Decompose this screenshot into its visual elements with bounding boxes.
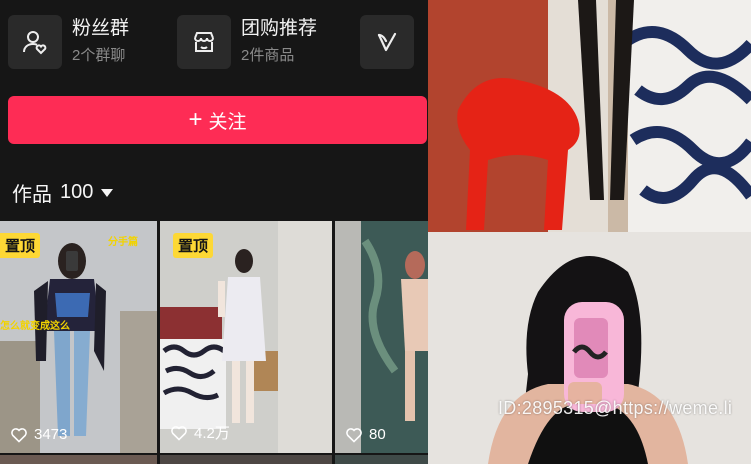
likes-counter: 80 xyxy=(345,426,386,443)
caret-down-icon xyxy=(101,188,114,197)
photo-image xyxy=(428,0,751,232)
group-buy-title: 团购推荐 xyxy=(241,18,318,39)
overlay-caption-mid: 怎么就变成这么 xyxy=(0,321,70,332)
works-label: 作品 xyxy=(12,184,52,206)
video-thumbnail[interactable]: 置顶 分手篇 怎么就变成这么 3473 xyxy=(0,221,157,453)
next-row-thumbnail[interactable] xyxy=(0,455,157,464)
thumbnail-image xyxy=(335,221,428,453)
group-buy-entry[interactable]: 团购推荐 2件商品 xyxy=(177,12,317,72)
likes-counter: 4.2万 xyxy=(170,422,230,443)
shop-icon xyxy=(194,32,214,52)
next-row-thumbnail[interactable] xyxy=(160,455,332,464)
video-thumbnail[interactable]: 80 xyxy=(335,221,428,453)
photo-bottom xyxy=(428,232,751,464)
follow-button[interactable]: + 关注 xyxy=(8,96,427,144)
fans-group-icon-box xyxy=(8,15,62,69)
heart-icon xyxy=(346,427,362,443)
group-buy-subtitle: 2件商品 xyxy=(241,47,295,64)
fans-group-subtitle: 2个群聊 xyxy=(72,47,126,64)
follow-button-label: 关注 xyxy=(208,111,247,133)
v-icon xyxy=(377,32,397,52)
next-row-thumbnail[interactable] xyxy=(335,455,428,464)
fans-group-title: 粉丝群 xyxy=(72,18,130,39)
likes-count: 4.2万 xyxy=(194,425,230,442)
pinned-badge: 置顶 xyxy=(173,233,214,258)
pinned-badge: 置顶 xyxy=(0,233,41,258)
people-heart-icon xyxy=(23,31,47,55)
v-icon-box xyxy=(360,15,414,69)
fans-group-entry[interactable]: 粉丝群 2个群聊 xyxy=(8,12,129,72)
plus-icon: + xyxy=(188,106,203,133)
likes-count: 3473 xyxy=(34,426,68,443)
photo-image xyxy=(428,232,751,464)
watermark-text: ID:2895315@https://weme.li xyxy=(498,398,733,418)
likes-counter: 3473 xyxy=(10,426,67,443)
group-buy-icon-box xyxy=(177,15,231,69)
v-entry[interactable] xyxy=(360,12,414,72)
likes-count: 80 xyxy=(369,426,386,443)
heart-icon xyxy=(11,427,27,443)
works-count: 100 xyxy=(60,181,94,203)
works-tab[interactable]: 作品 100 xyxy=(12,178,114,207)
heart-icon xyxy=(171,425,187,441)
overlay-caption-top: 分手篇 xyxy=(108,237,138,248)
video-thumbnail[interactable]: 置顶 4.2万 xyxy=(160,221,332,453)
profile-panel: 粉丝群 2个群聊 团购推荐 2件商品 + 关注 作品 100 置顶 分手篇 怎么… xyxy=(0,0,428,464)
photo-top xyxy=(428,0,751,232)
